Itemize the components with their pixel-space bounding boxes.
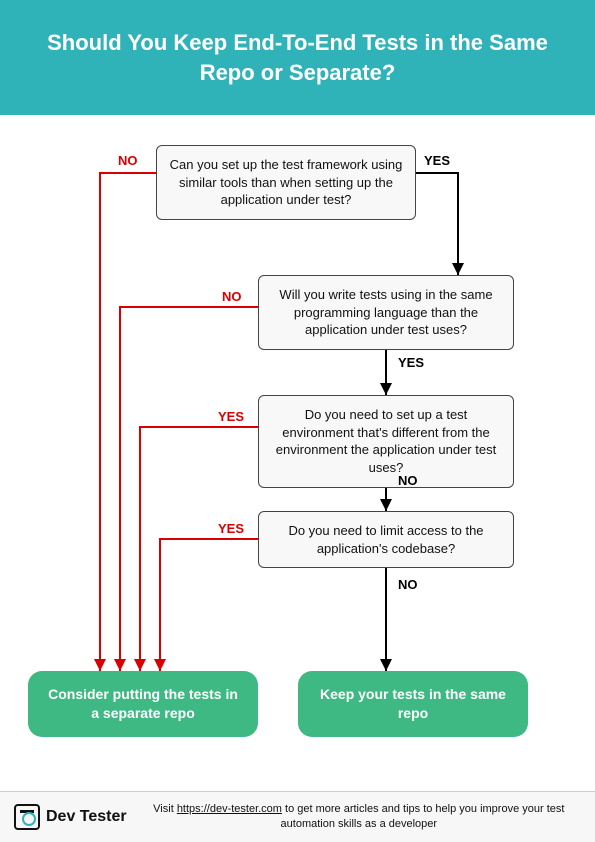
question-4-text: Do you need to limit access to the appli… <box>288 523 483 556</box>
outcome-separate-repo: Consider putting the tests in a separate… <box>28 671 258 737</box>
label-q1-yes: YES <box>424 153 450 168</box>
label-q4-no: NO <box>398 577 418 592</box>
question-4: Do you need to limit access to the appli… <box>258 511 514 568</box>
label-q3-yes: YES <box>218 409 244 424</box>
footer-suffix: to get more articles and tips to help yo… <box>281 803 565 830</box>
header-title: Should You Keep End-To-End Tests in the … <box>47 30 548 85</box>
footer-text: Visit https://dev-tester.com to get more… <box>137 802 581 832</box>
footer: Dev Tester Visit https://dev-tester.com … <box>0 791 595 842</box>
label-q4-yes: YES <box>218 521 244 536</box>
logo-icon <box>14 804 40 830</box>
label-q2-yes: YES <box>398 355 424 370</box>
question-3: Do you need to set up a test environment… <box>258 395 514 487</box>
logo-text: Dev Tester <box>46 808 127 826</box>
flowchart-canvas: Can you set up the test framework using … <box>0 115 595 765</box>
question-2: Will you write tests using in the same p… <box>258 275 514 350</box>
footer-prefix: Visit <box>153 803 177 815</box>
label-q2-no: NO <box>222 289 242 304</box>
page-header: Should You Keep End-To-End Tests in the … <box>0 0 595 115</box>
logo: Dev Tester <box>14 804 127 830</box>
label-q1-no: NO <box>118 153 138 168</box>
question-3-text: Do you need to set up a test environment… <box>276 407 496 475</box>
question-1: Can you set up the test framework using … <box>156 145 416 220</box>
question-1-text: Can you set up the test framework using … <box>170 157 403 207</box>
question-2-text: Will you write tests using in the same p… <box>279 287 492 337</box>
outcome-separate-text: Consider putting the tests in a separate… <box>48 686 238 721</box>
label-q3-no: NO <box>398 473 418 488</box>
outcome-same-text: Keep your tests in the same repo <box>320 686 506 721</box>
outcome-same-repo: Keep your tests in the same repo <box>298 671 528 737</box>
footer-link[interactable]: https://dev-tester.com <box>177 803 282 815</box>
